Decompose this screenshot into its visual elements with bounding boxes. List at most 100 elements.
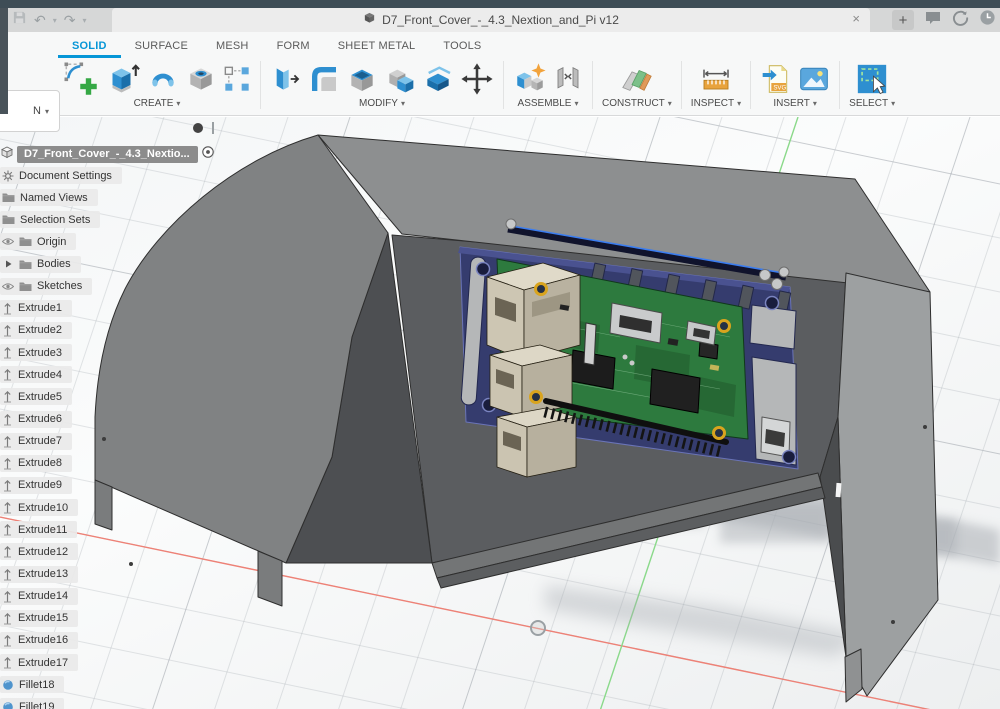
browser-item-origin[interactable]: Origin <box>0 233 76 250</box>
browser-item-bodies[interactable]: Bodies <box>0 256 81 273</box>
browser-item-sketches[interactable]: Sketches <box>0 278 92 295</box>
viewport-3d[interactable]: R D7_Front_Cover_-_4.3_Nextio... Documen… <box>0 117 1000 709</box>
fillet-icon <box>2 701 14 709</box>
browser-item-extrude11[interactable]: Extrude11 <box>0 521 77 538</box>
history-clock-icon[interactable] <box>979 9 996 31</box>
browser-item-label: Bodies <box>37 258 71 270</box>
group-label-insert[interactable]: INSERT▾ <box>773 98 817 109</box>
combine-icon[interactable] <box>384 63 416 95</box>
rectangular-pattern-icon[interactable] <box>223 65 251 93</box>
browser-item-label: Extrude6 <box>18 413 62 425</box>
tab-mesh[interactable]: MESH <box>202 35 263 58</box>
extrude-icon <box>2 479 13 492</box>
tab-form[interactable]: FORM <box>263 35 324 58</box>
browser-collapse-icon[interactable] <box>193 123 203 133</box>
construction-plane-icon[interactable] <box>620 62 654 96</box>
browser-item-extrude16[interactable]: Extrude16 <box>0 632 78 649</box>
group-label-assemble[interactable]: ASSEMBLE▾ <box>518 98 579 109</box>
save-icon[interactable] <box>12 10 27 30</box>
caret-icon[interactable] <box>2 259 14 269</box>
browser-item-fillet19[interactable]: Fillet19 <box>0 698 64 709</box>
insert-svg-icon[interactable]: SVG <box>760 63 792 95</box>
group-label-inspect[interactable]: INSPECT▾ <box>691 98 741 109</box>
move-icon[interactable] <box>460 62 494 96</box>
browser-item-label: Extrude9 <box>18 479 62 491</box>
extrude-icon <box>2 501 13 514</box>
tab-tools[interactable]: TOOLS <box>429 35 495 58</box>
measure-icon[interactable] <box>700 63 732 95</box>
browser-item-named-views[interactable]: Named Views <box>0 189 98 206</box>
tab-sheet-metal[interactable]: SHEET METAL <box>324 35 430 58</box>
quick-access-toolbar: ↶ ▾ ↷ ▾ <box>12 8 87 32</box>
toolbar-group-insert: SVG INSERT▾ <box>751 58 839 112</box>
select-icon[interactable] <box>855 62 889 96</box>
extrude-icon <box>2 545 13 558</box>
group-label-modify[interactable]: MODIFY▾ <box>359 98 405 109</box>
browser-item-extrude12[interactable]: Extrude12 <box>0 543 78 560</box>
joint-icon[interactable] <box>553 64 583 94</box>
browser-item-extrude5[interactable]: Extrude5 <box>0 388 72 405</box>
browser-item-extrude3[interactable]: Extrude3 <box>0 344 72 361</box>
left-wall-tab <box>258 551 282 606</box>
extrude-icon <box>2 413 13 426</box>
browser-root-item[interactable]: D7_Front_Cover_-_4.3_Nextio... <box>0 145 216 163</box>
browser-item-selection-sets[interactable]: Selection Sets <box>0 211 100 228</box>
browser-item-extrude15[interactable]: Extrude15 <box>0 610 78 627</box>
browser-item-extrude4[interactable]: Extrude4 <box>0 366 72 383</box>
group-label-create[interactable]: CREATE▾ <box>134 98 181 109</box>
hole-icon[interactable] <box>185 63 217 95</box>
origin-marker[interactable] <box>531 621 545 635</box>
browser-item-label: Extrude16 <box>18 634 68 646</box>
comments-icon[interactable] <box>924 10 942 31</box>
activate-component-icon[interactable] <box>201 145 215 164</box>
browser-item-extrude9[interactable]: Extrude9 <box>0 477 72 494</box>
new-component-icon[interactable] <box>513 62 547 96</box>
sync-status-icon[interactable] <box>952 9 969 31</box>
browser-resize-grip[interactable] <box>212 122 214 134</box>
browser-item-extrude6[interactable]: Extrude6 <box>0 411 72 428</box>
group-label-select[interactable]: SELECT▾ <box>849 98 895 109</box>
create-sketch-icon[interactable] <box>63 61 99 97</box>
fillet-icon[interactable] <box>308 63 340 95</box>
undo-icon[interactable]: ↶ <box>34 13 46 27</box>
shell-icon[interactable] <box>346 63 378 95</box>
browser-item-fillet18[interactable]: Fillet18 <box>0 676 64 693</box>
browser-item-extrude7[interactable]: Extrude7 <box>0 433 72 450</box>
browser-item-extrude17[interactable]: Extrude17 <box>0 654 78 671</box>
extrude-icon <box>2 457 13 470</box>
ethernet-port <box>487 263 580 360</box>
redo-caret-icon[interactable]: ▾ <box>82 16 86 25</box>
close-tab-icon[interactable]: × <box>852 11 860 26</box>
browser-item-extrude1[interactable]: Extrude1 <box>0 300 72 317</box>
toolbar: CREATE▾ MODIFY▾ <box>0 58 1000 112</box>
eye-icon[interactable] <box>2 237 14 246</box>
offset-face-icon[interactable] <box>422 63 454 95</box>
extrude-icon[interactable] <box>105 61 141 97</box>
tab-solid[interactable]: SOLID <box>58 35 121 58</box>
group-label-construct[interactable]: CONSTRUCT▾ <box>602 98 672 109</box>
document-tab[interactable]: D7_Front_Cover_-_4.3_Nextion_and_Pi v12 … <box>112 8 870 32</box>
browser-item-extrude13[interactable]: Extrude13 <box>0 566 78 583</box>
right-wall-notch <box>836 483 842 497</box>
browser-item-document-settings[interactable]: Document Settings <box>0 167 122 184</box>
svg-text:SVG: SVG <box>773 84 786 91</box>
press-pull-icon[interactable] <box>270 63 302 95</box>
tab-surface[interactable]: SURFACE <box>121 35 202 58</box>
insert-canvas-icon[interactable] <box>798 63 830 95</box>
browser-item-extrude10[interactable]: Extrude10 <box>0 499 78 516</box>
extrude-icon <box>2 612 13 625</box>
toolbar-group-inspect: INSPECT▾ <box>682 58 750 112</box>
redo-icon[interactable]: ↷ <box>64 13 76 27</box>
browser-item-extrude14[interactable]: Extrude14 <box>0 588 78 605</box>
eye-icon[interactable] <box>2 282 14 291</box>
new-tab-icon[interactable]: + <box>892 10 914 30</box>
browser-item-extrude2[interactable]: Extrude2 <box>0 322 72 339</box>
browser-item-extrude8[interactable]: Extrude8 <box>0 455 72 472</box>
undo-caret-icon[interactable]: ▾ <box>53 16 57 25</box>
fusion360-window: ↶ ▾ ↷ ▾ D7_Front_Cover_-_4.3_Nextion_and… <box>0 0 1000 709</box>
browser-item-label: Extrude2 <box>18 324 62 336</box>
revolve-icon[interactable] <box>147 63 179 95</box>
workspace-selector[interactable]: N▾ <box>0 90 60 132</box>
browser-item-label: Extrude8 <box>18 457 62 469</box>
document-cube-icon <box>363 11 376 29</box>
